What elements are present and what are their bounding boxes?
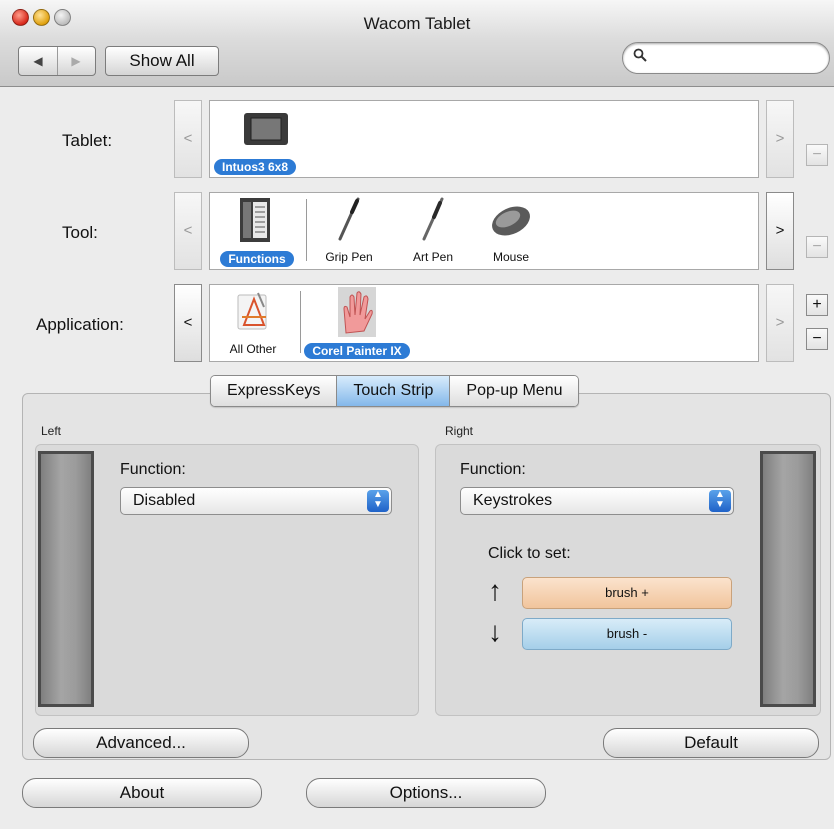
tool-row-label: Tool:: [62, 223, 98, 242]
tool-remove-button[interactable]: −: [806, 236, 828, 258]
application-scroll-left[interactable]: <: [174, 284, 202, 362]
right-group: Function: Keystrokes ▲ ▼ Click to set: ↑ …: [435, 444, 821, 716]
application-remove-button[interactable]: −: [806, 328, 828, 350]
left-function-select[interactable]: Disabled ▲ ▼: [120, 487, 392, 515]
left-group-title: Left: [41, 424, 62, 438]
default-button[interactable]: Default: [603, 728, 819, 758]
click-to-set-label: Click to set:: [488, 545, 571, 562]
tool-separator: [306, 199, 307, 261]
touch-strip-panel: Left Function: Disabled ▲ ▼ Right Functio…: [22, 393, 831, 760]
tool-item-mouse-label: Mouse: [492, 250, 530, 264]
left-group: Function: Disabled ▲ ▼: [35, 444, 419, 716]
forward-button[interactable]: ▶: [57, 47, 95, 75]
tab-popup-menu[interactable]: Pop-up Menu: [449, 376, 579, 406]
right-touch-strip: [760, 451, 816, 707]
search-input[interactable]: [653, 48, 822, 68]
show-all-button[interactable]: Show All: [105, 46, 219, 76]
tab-bar: ExpressKeys Touch Strip Pop-up Menu: [210, 375, 580, 407]
back-forward-control: ◀ ▶: [18, 46, 96, 76]
about-button[interactable]: About: [22, 778, 262, 808]
tablet-remove-button[interactable]: −: [806, 144, 828, 166]
tool-list: Functions Grip Pen Art Pen Mouse: [209, 192, 759, 270]
tablet-icon: [244, 113, 288, 145]
updown-arrows-icon: ▲ ▼: [367, 490, 389, 512]
application-separator: [300, 291, 301, 353]
left-touch-strip: [38, 451, 94, 707]
application-item-corel-painter-label: Corel Painter IX: [304, 343, 410, 359]
tool-item-art-pen[interactable]: Art Pen: [398, 195, 468, 264]
preferences-window: Wacom Tablet ◀ ▶ Show All Tablet: < Intu…: [0, 0, 834, 829]
art-pen-icon: [422, 197, 444, 241]
application-list: All Other Corel Painter IX: [209, 284, 759, 362]
grip-pen-icon: [338, 197, 360, 241]
tablet-scroll-right[interactable]: >: [766, 100, 794, 178]
tab-touch-strip[interactable]: Touch Strip: [336, 376, 450, 406]
tab-expresskeys[interactable]: ExpressKeys: [211, 376, 337, 406]
application-add-button[interactable]: +: [806, 294, 828, 316]
strip-up-key-button[interactable]: brush +: [522, 577, 732, 609]
application-scroll-right[interactable]: >: [766, 284, 794, 362]
options-button[interactable]: Options...: [306, 778, 546, 808]
tool-item-functions[interactable]: Functions: [211, 195, 303, 268]
right-group-title: Right: [445, 424, 474, 438]
tablet-item[interactable]: Intuos3 6x8: [214, 105, 318, 176]
search-icon: [633, 48, 647, 66]
tablet-list: Intuos3 6x8: [209, 100, 759, 178]
tool-scroll-left[interactable]: <: [174, 192, 202, 270]
application-item-all-other-label: All Other: [229, 342, 277, 356]
tool-item-grip-pen-label: Grip Pen: [325, 250, 373, 264]
right-function-label: Function:: [460, 461, 526, 478]
tool-scroll-right[interactable]: >: [766, 192, 794, 270]
tablet-item-label: Intuos3 6x8: [214, 159, 297, 175]
back-button[interactable]: ◀: [19, 47, 58, 75]
tool-item-grip-pen[interactable]: Grip Pen: [314, 195, 384, 264]
tool-item-functions-label: Functions: [220, 251, 294, 267]
window-title: Wacom Tablet: [363, 14, 471, 33]
advanced-button[interactable]: Advanced...: [33, 728, 249, 758]
strip-down-key-button[interactable]: brush -: [522, 618, 732, 650]
tablet-scroll-left[interactable]: <: [174, 100, 202, 178]
application-item-all-other[interactable]: All Other: [216, 287, 290, 356]
title-bar: Wacom Tablet ◀ ▶ Show All: [0, 0, 834, 87]
updown-arrows-icon: ▲ ▼: [709, 490, 731, 512]
down-arrow-icon: ↓: [488, 616, 502, 647]
tablet-row-label: Tablet:: [62, 131, 113, 150]
application-item-corel-painter[interactable]: Corel Painter IX: [302, 287, 412, 360]
functions-icon: [240, 198, 270, 242]
search-field[interactable]: [622, 42, 830, 74]
up-arrow-icon: ↑: [488, 575, 502, 606]
corel-painter-icon: [338, 287, 376, 337]
right-function-value: Keystrokes: [473, 492, 553, 509]
left-function-value: Disabled: [133, 492, 196, 509]
left-function-label: Function:: [120, 461, 186, 478]
right-function-select[interactable]: Keystrokes ▲ ▼: [460, 487, 734, 515]
mouse-icon: [492, 206, 530, 236]
tool-item-art-pen-label: Art Pen: [412, 250, 454, 264]
tool-item-mouse[interactable]: Mouse: [476, 195, 546, 264]
all-other-apps-icon: [237, 292, 267, 330]
application-row-label: Application:: [36, 315, 124, 334]
